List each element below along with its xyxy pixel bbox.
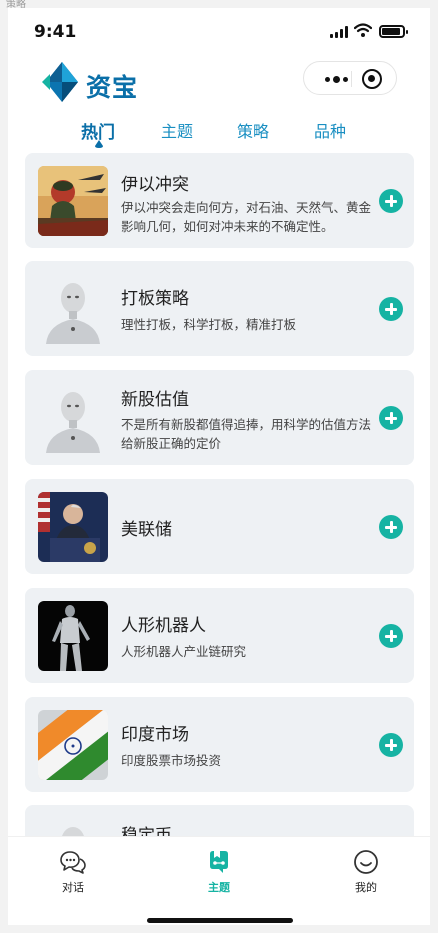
chat-icon <box>60 851 86 874</box>
topic-description: 人形机器人产业链研究 <box>121 644 247 659</box>
status-bar: 9:41 <box>8 8 430 56</box>
add-topic-button[interactable] <box>379 624 403 648</box>
topic-description: 印度股票市场投资 <box>121 753 222 768</box>
add-topic-button[interactable] <box>379 406 403 430</box>
topic-card[interactable]: 伊以冲突 伊以冲突会走向何方，对石油、天然气、黄金影响几何，如何对冲未来的不确定… <box>25 153 414 248</box>
add-topic-button[interactable] <box>379 189 403 213</box>
wifi-icon <box>354 23 372 37</box>
robot-thumbnail <box>38 383 108 453</box>
category-tabs: 热门 主题 策略 品种 <box>8 112 430 152</box>
phone-screen: 9:41 资宝 热门 主题 策略 品种 伊以冲突 伊以冲突会走向何方，对石油、天… <box>8 8 430 925</box>
topic-description: 伊以冲突会走向何方，对石油、天然气、黄金影响几何，如何对冲未来的不确定性。 <box>121 200 372 234</box>
tabbar-profile-label: 我的 <box>355 881 377 894</box>
status-time: 9:41 <box>34 22 77 42</box>
robot-thumbnail <box>38 274 108 344</box>
topic-card[interactable]: 人形机器人 人形机器人产业链研究 <box>25 588 414 683</box>
tab-variety[interactable]: 品种 <box>314 118 346 142</box>
profile-icon <box>354 850 378 874</box>
topic-title: 打板策略 <box>121 289 189 309</box>
capsule-divider <box>351 71 352 87</box>
app-logo-icon <box>42 62 78 102</box>
india-flag-thumbnail <box>38 710 108 780</box>
topic-card[interactable]: 美联储 <box>25 479 414 574</box>
topic-card[interactable]: 印度市场 印度股票市场投资 <box>25 697 414 792</box>
topic-card[interactable]: 打板策略 理性打板，科学打板，精准打板 <box>25 261 414 356</box>
add-topic-button[interactable] <box>379 515 403 539</box>
more-icon[interactable] <box>318 62 354 96</box>
tabbar-chat[interactable]: 对话 <box>43 849 103 895</box>
tabbar-chat-label: 对话 <box>62 881 84 894</box>
tab-theme[interactable]: 主题 <box>161 118 193 142</box>
home-indicator <box>147 918 293 923</box>
conflict-thumbnail <box>38 166 108 236</box>
tabbar-topic-label: 主题 <box>208 881 230 894</box>
signal-icon <box>330 26 348 38</box>
close-miniapp-icon[interactable] <box>362 69 382 89</box>
topic-icon <box>210 851 228 873</box>
topic-description: 理性打板，科学打板，精准打板 <box>121 317 297 332</box>
bottom-tab-bar: 对话 主题 我的 <box>8 836 430 925</box>
topic-title: 新股估值 <box>121 390 189 410</box>
active-tab-indicator <box>95 140 103 148</box>
app-title: 资宝 <box>86 73 139 102</box>
app-header: 资宝 <box>8 58 430 108</box>
topic-title: 人形机器人 <box>121 616 206 636</box>
topic-title: 美联储 <box>121 520 172 540</box>
tabbar-profile[interactable]: 我的 <box>336 849 396 895</box>
tab-strategy[interactable]: 策略 <box>237 118 269 142</box>
humanoid-robot-thumbnail <box>38 601 108 671</box>
topic-title: 印度市场 <box>121 725 189 745</box>
fed-thumbnail <box>38 492 108 562</box>
add-topic-button[interactable] <box>379 297 403 321</box>
battery-icon <box>379 25 408 38</box>
add-topic-button[interactable] <box>379 733 403 757</box>
topic-title: 伊以冲突 <box>121 175 189 195</box>
tabbar-topic[interactable]: 主题 <box>189 849 249 895</box>
topic-description: 不是所有新股都值得追捧，用科学的估值方法给新股正确的定价 <box>121 417 372 451</box>
miniapp-capsule <box>303 61 397 95</box>
topic-card[interactable]: 新股估值 不是所有新股都值得追捧，用科学的估值方法给新股正确的定价 <box>25 370 414 465</box>
